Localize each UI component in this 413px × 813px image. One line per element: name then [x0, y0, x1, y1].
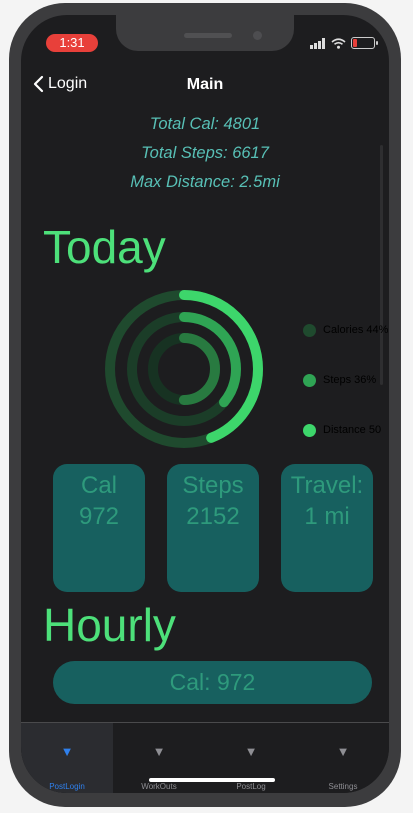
hourly-calories-button[interactable]: Cal: 972: [53, 661, 372, 704]
triangle-down-icon: ▼: [244, 744, 258, 759]
page-title: Main: [186, 76, 224, 93]
activity-rings: [105, 290, 263, 448]
card-value: 972: [78, 503, 120, 530]
tab-bar: ▼ PostLogin ▼ WorkOuts ▼ PostLog ▼ Setti…: [21, 722, 389, 793]
tab-settings[interactable]: ▼ Settings: [297, 723, 389, 793]
navigation-bar: Login Main: [21, 75, 389, 97]
max-distance: Max Distance: 2.5mi: [130, 173, 280, 191]
totals-summary: Total Cal: 4801 Total Steps: 6617 Max Di…: [21, 110, 389, 197]
front-camera: [253, 31, 262, 40]
card-title: Travel:: [290, 472, 364, 499]
signal-icon: [310, 37, 325, 49]
steps-card[interactable]: Steps 2152: [167, 464, 259, 592]
tab-label: PostLog: [236, 782, 266, 791]
tab-label: PostLogin: [49, 782, 85, 791]
legend-dot: [303, 423, 316, 437]
wifi-icon: [331, 37, 346, 49]
today-heading: Today: [43, 221, 166, 273]
total-steps: Total Steps: 6617: [141, 144, 269, 162]
notch: [116, 15, 294, 51]
legend-item: Calories 44%: [303, 305, 389, 355]
tab-postlogin[interactable]: ▼ PostLogin: [21, 723, 113, 793]
legend-item: Distance 50: [303, 405, 389, 455]
rings-legend: Calories 44% Steps 36% Distance 50: [303, 305, 389, 455]
travel-card[interactable]: Travel: 1 mi: [281, 464, 373, 592]
card-title: Steps: [182, 472, 244, 499]
hourly-heading: Hourly: [43, 599, 176, 651]
legend-label: Distance 50: [323, 424, 382, 436]
card-value: 1 mi: [304, 503, 350, 530]
card-value: 2152: [186, 503, 240, 530]
legend-dot: [303, 323, 316, 337]
legend-item: Steps 36%: [303, 355, 389, 405]
legend-dot: [303, 373, 316, 387]
total-calories: Total Cal: 4801: [149, 115, 261, 133]
battery-icon: [351, 37, 378, 49]
triangle-down-icon: ▼: [60, 744, 74, 759]
triangle-down-icon: ▼: [152, 744, 166, 759]
status-icons: [310, 36, 378, 50]
card-title: Cal: [80, 472, 117, 499]
legend-label: Steps 36%: [323, 374, 377, 386]
tab-label: Settings: [328, 782, 358, 791]
screen: 1:31 Login Main Total Cal: 4801 Total St…: [21, 15, 389, 793]
tab-workouts[interactable]: ▼ WorkOuts: [113, 723, 205, 793]
status-time: 1:31: [46, 34, 98, 52]
calories-card[interactable]: Cal 972: [53, 464, 145, 592]
phone-frame: 1:31 Login Main Total Cal: 4801 Total St…: [9, 3, 401, 807]
home-indicator: [149, 778, 275, 782]
legend-label: Calories 44%: [323, 324, 389, 336]
triangle-down-icon: ▼: [336, 744, 350, 759]
speaker-grille: [184, 33, 232, 38]
tab-label: WorkOuts: [141, 782, 177, 791]
today-stat-cards: Cal 972 Steps 2152 Travel: 1 mi: [53, 464, 373, 592]
tab-postlog[interactable]: ▼ PostLog: [205, 723, 297, 793]
